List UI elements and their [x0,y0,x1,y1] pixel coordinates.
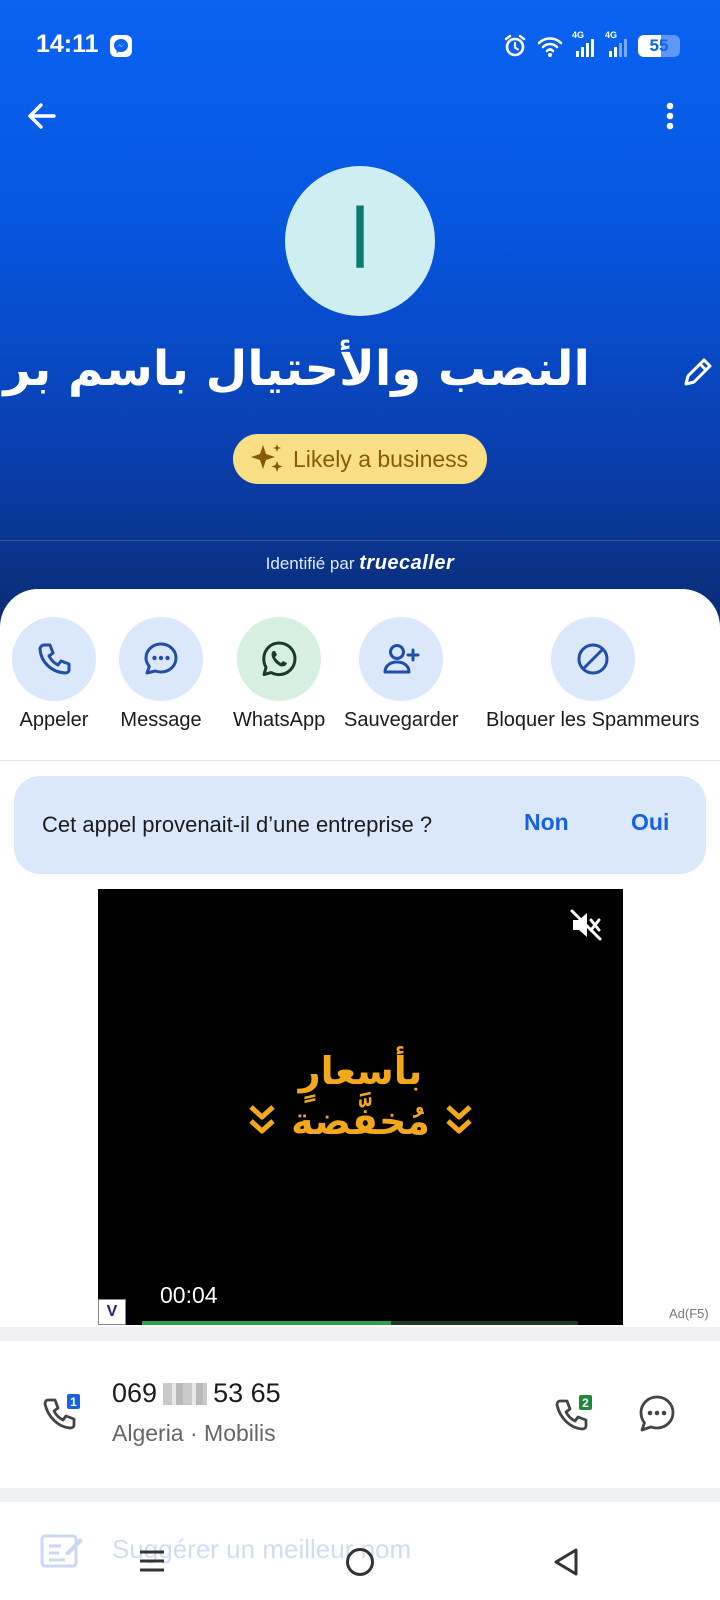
contact-name: النصب والأحتيال باسم بريد ا [0,341,590,397]
truecaller-logo: truecaller [359,552,455,574]
likely-business-badge: Likely a business [233,434,487,484]
more-options-icon[interactable] [658,96,682,136]
edit-pencil-icon[interactable] [680,354,716,390]
contact-header: 14:11 4G 4G 55 ا النصب والأحتيال باسم بر… [0,0,720,640]
identified-by-truecaller: Identifié par truecaller [265,552,455,574]
ad-headline-line2: مُخفَّضة [291,1099,430,1143]
ad-video-time: 00:04 [160,1282,218,1308]
badge-label: Likely a business [293,445,469,472]
header-divider [0,540,720,541]
signal-2-icon: 4G [605,30,629,59]
call-action[interactable]: Appeler [12,617,96,732]
double-chevron-down-icon [249,1105,275,1134]
business-question-card: Cet appel provenait-il d’une entreprise … [14,776,706,874]
svg-text:1: 1 [70,1395,77,1409]
nav-recents-icon[interactable] [138,1547,166,1575]
video-ad[interactable]: بأسعارٍ مُخفَّضة 00:04 V [98,889,623,1325]
nav-back-icon[interactable] [552,1547,580,1577]
battery-indicator: 55 [638,35,680,57]
muted-speaker-icon[interactable] [568,907,604,943]
answer-yes-button[interactable]: Oui [631,809,669,836]
section-gap [0,1488,720,1502]
ad-progress-bar [142,1321,578,1325]
back-arrow-button[interactable] [22,96,62,136]
alarm-icon [504,34,526,57]
advertiser-logo: V [98,1299,126,1325]
message-action[interactable]: Message [119,617,203,732]
business-question-text: Cet appel provenait-il d’une entreprise … [42,812,433,837]
ad-label: Ad(F5) [669,1306,709,1321]
sms-chat-icon[interactable] [636,1393,678,1435]
double-chevron-down-icon [446,1105,472,1134]
phone-icon [38,643,71,675]
ad-headline-line1: بأسعارٍ [298,1049,423,1093]
answer-no-button[interactable]: Non [524,809,569,836]
action-buttons-row: Appeler Message WhatsApp Sauvegarder Blo… [0,617,720,737]
sparkle-icon [251,444,283,472]
ad-headline-line2-row: مُخفَّضة [98,1099,623,1143]
block-spammers-action[interactable]: Bloquer les Spammeurs [486,617,699,732]
contact-avatar: ا [285,166,435,316]
save-contact-action[interactable]: Sauvegarder [344,617,459,732]
status-bar: 14:11 4G 4G 55 [0,0,720,92]
redacted-digits [163,1382,208,1405]
svg-text:2: 2 [582,1396,589,1410]
section-divider [0,760,720,761]
status-icons: 4G 4G 55 [502,30,680,60]
messenger-notification-icon [110,35,132,57]
phone-carrier: Algeria · Mobilis [112,1420,276,1446]
status-time: 14:11 [36,30,99,58]
add-person-icon [383,644,420,674]
wifi-icon [537,37,563,57]
sim2-call-icon[interactable]: 2 [552,1393,598,1439]
section-gap [0,1327,720,1341]
phone-number: 069 53 65 [112,1378,281,1408]
suggest-name-icon[interactable] [40,1530,84,1570]
chat-bubble-icon [144,642,178,675]
nav-home-icon[interactable] [346,1548,374,1576]
whatsapp-action[interactable]: WhatsApp [233,617,325,732]
signal-1-icon: 4G [572,30,596,59]
sim1-call-icon[interactable]: 1 [40,1392,86,1438]
whatsapp-icon [262,641,297,677]
ad-progress-fill [142,1321,391,1325]
block-icon [577,643,609,675]
